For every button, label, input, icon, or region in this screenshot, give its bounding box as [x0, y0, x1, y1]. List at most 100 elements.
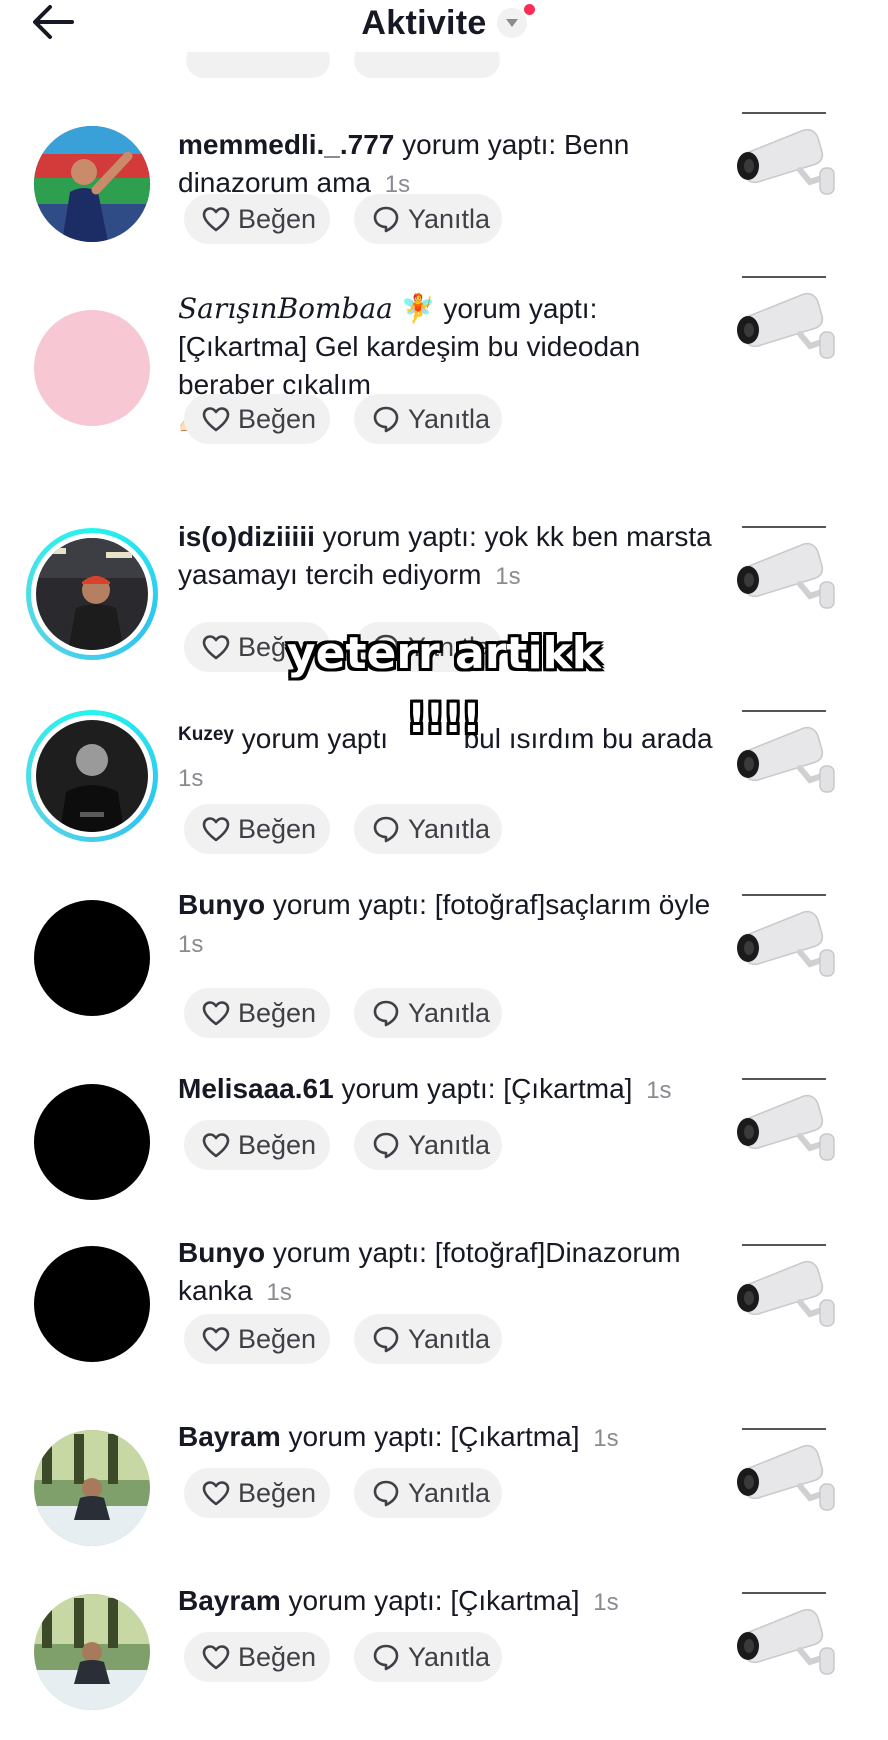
avatar[interactable] [34, 1594, 150, 1710]
like-button[interactable]: Beğen [184, 1314, 330, 1364]
avatar[interactable] [34, 310, 150, 426]
username[interactable]: SarışınBombaa [178, 292, 393, 325]
like-button[interactable]: Beğen [184, 194, 330, 244]
username[interactable]: is(o)diziiiii [178, 521, 315, 552]
like-label: Beğen [238, 1477, 317, 1508]
reply-button[interactable]: Yanıtla [354, 988, 502, 1038]
video-thumbnail[interactable] [730, 894, 838, 1004]
like-label: Beğen [238, 403, 317, 434]
avatar[interactable] [34, 1084, 150, 1200]
comment-text: Bayram yorum yaptı: [Çıkartma] 1s [178, 1418, 718, 1458]
reply-label: Yanıtla [408, 1129, 491, 1160]
reply-button[interactable]: Yanıtla [354, 1120, 502, 1170]
video-thumbnail[interactable] [730, 1244, 838, 1354]
username[interactable]: Bayram [178, 1585, 281, 1616]
like-button[interactable]: Beğen [184, 1120, 330, 1170]
comment-action: yorum yaptı: [Çıkartma] [288, 1585, 580, 1616]
reply-label: Yanıtla [408, 1477, 491, 1508]
security-camera-icon [737, 1428, 835, 1511]
avatar[interactable] [34, 126, 150, 242]
reply-label: Yanıtla [408, 813, 491, 844]
comment-action: yorum yaptı: [Çıkartma] [341, 1073, 633, 1104]
page-title: Aktivite [361, 3, 487, 42]
speech-bubble-icon [373, 206, 399, 233]
username[interactable]: Bunyo [178, 889, 265, 920]
video-thumbnail[interactable] [730, 526, 838, 636]
reply-label: Yanıtla [408, 403, 491, 434]
reply-button[interactable]: Yanıtla [354, 1632, 502, 1682]
speech-bubble-icon [373, 1326, 399, 1353]
security-camera-icon [737, 894, 835, 977]
reply-button[interactable]: Yanıtla [354, 194, 502, 244]
heart-outline-icon [202, 1133, 230, 1158]
title-dropdown[interactable]: Aktivite [0, 0, 888, 46]
speech-bubble-icon [373, 1132, 399, 1159]
video-thumbnail[interactable] [730, 1428, 838, 1538]
username[interactable]: memmedli._.777 [178, 129, 394, 160]
reply-button[interactable]: Yanıtla [354, 1468, 502, 1518]
like-label: Beğen [238, 1323, 317, 1354]
like-button[interactable]: Beğen [184, 804, 330, 854]
security-camera-icon [737, 112, 835, 195]
reply-label: Yanıtla [408, 203, 491, 234]
reply-button[interactable]: Yanıtla [354, 394, 502, 444]
timestamp: 1s [646, 1077, 672, 1104]
reply-button[interactable]: Yanıtla [354, 804, 502, 854]
security-camera-icon [737, 1592, 835, 1675]
timestamp: 1s [266, 1279, 292, 1306]
like-label: Beğen [238, 203, 317, 234]
timestamp: 1s [495, 563, 521, 590]
username-emoji: 🧚 [400, 293, 436, 324]
reply-button[interactable]: Yanıtla [354, 1314, 502, 1364]
like-button[interactable]: Beğen [184, 394, 330, 444]
security-camera-icon [737, 1078, 835, 1161]
username[interactable]: Melisaaa.61 [178, 1073, 334, 1104]
like-button[interactable]: Beğen [184, 1468, 330, 1518]
avatar[interactable] [34, 1246, 150, 1362]
reply-label: Yanıtla [408, 1323, 491, 1354]
heart-outline-icon [202, 1001, 230, 1026]
like-button[interactable]: Beğen [184, 1632, 330, 1682]
top-bar: Aktivite [0, 0, 888, 52]
heart-outline-icon [202, 817, 230, 842]
comment-text: Bayram yorum yaptı: [Çıkartma] 1s [178, 1582, 718, 1622]
heart-outline-icon [202, 1645, 230, 1670]
comment-text: Melisaaa.61 yorum yaptı: [Çıkartma] 1s [178, 1070, 718, 1110]
notification-dot [523, 4, 535, 15]
chevron-down-icon [505, 19, 518, 27]
timestamp: 1s [178, 765, 204, 792]
heart-outline-icon [202, 207, 230, 232]
speech-bubble-icon [373, 816, 399, 843]
like-label: Beğen [238, 997, 317, 1028]
speech-bubble-icon [373, 1000, 399, 1027]
like-label: Beğen [238, 813, 317, 844]
avatar[interactable] [34, 1430, 150, 1546]
overlay-caption: yeterr artikk [286, 628, 602, 679]
dropdown-toggle[interactable] [496, 4, 535, 38]
speech-bubble-icon [373, 1480, 399, 1507]
heart-outline-icon [202, 1481, 230, 1506]
video-thumbnail[interactable] [730, 1078, 838, 1188]
security-camera-icon [737, 276, 835, 359]
comment-text: Bunyo yorum yaptı: [fotoğraf]Dinazorum k… [178, 1234, 718, 1312]
speech-bubble-icon [373, 1644, 399, 1671]
heart-outline-icon [202, 407, 230, 432]
timestamp: 1s [593, 1589, 619, 1616]
security-camera-icon [737, 526, 835, 609]
speech-bubble-icon [373, 406, 399, 433]
username[interactable]: Bayram [178, 1421, 281, 1452]
comment-action: yorum yaptı: [fotoğraf]saçlarım öyle [272, 889, 711, 920]
overlay-caption-exclaim: !!!! [407, 696, 481, 742]
avatar[interactable] [34, 900, 150, 1016]
like-label: Beğen [238, 1129, 317, 1160]
video-thumbnail[interactable] [730, 1592, 838, 1702]
comment-action: yorum yaptı: [Çıkartma] [288, 1421, 580, 1452]
username[interactable]: Bunyo [178, 1237, 265, 1268]
comment-text: Bunyo yorum yaptı: [fotoğraf]saçlarım öy… [178, 886, 718, 964]
heart-outline-icon [202, 1327, 230, 1352]
comment-text: is(o)diziiiii yorum yaptı: yok kk ben ma… [178, 518, 718, 596]
like-button[interactable]: Beğen [184, 988, 330, 1038]
video-thumbnail[interactable] [730, 276, 838, 386]
security-camera-icon [737, 1244, 835, 1327]
video-thumbnail[interactable] [730, 112, 838, 222]
